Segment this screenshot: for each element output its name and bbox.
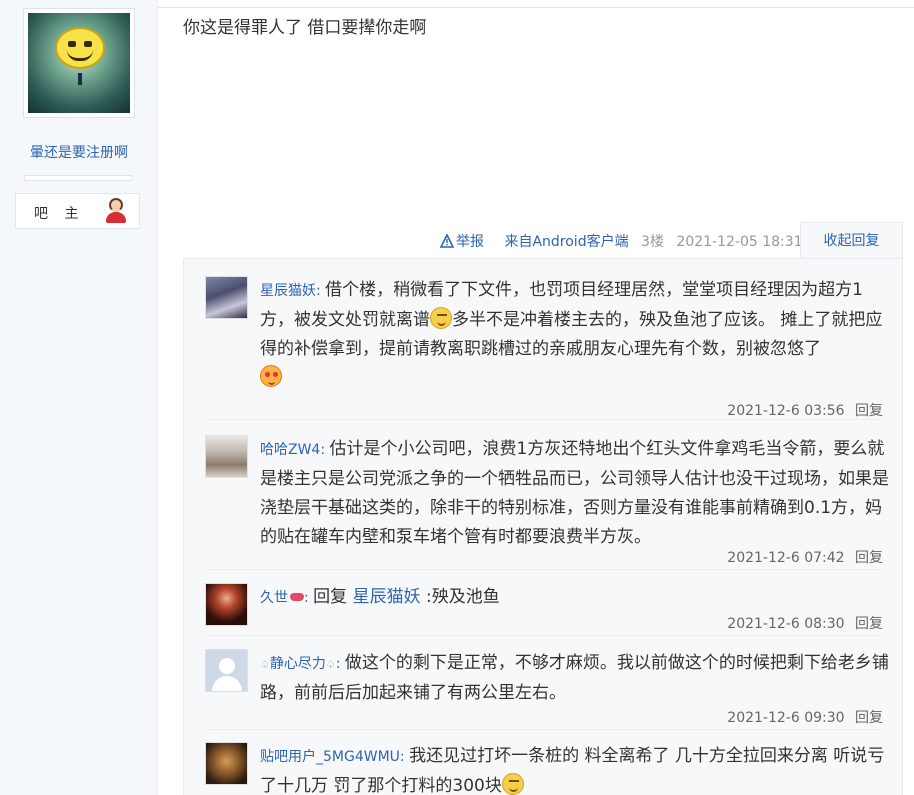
reply-time: 2021-12-6 09:30 bbox=[727, 710, 845, 726]
reply-button[interactable]: 回复 bbox=[855, 403, 883, 419]
reply-button[interactable]: 回复 bbox=[855, 616, 883, 632]
reply-text: 做这个的剩下是正常，不够才麻烦。我以前做这个的时候把剩下给老乡铺路，前前后后加起… bbox=[260, 653, 889, 703]
reply-username[interactable]: 哈哈ZW4 bbox=[260, 442, 320, 458]
reply-text: :殃及池鱼 bbox=[425, 587, 500, 607]
role-badge: 吧 主 bbox=[15, 193, 140, 229]
role-label: 吧 主 bbox=[34, 206, 85, 222]
post-meta: 举报 来自Android客户端 3楼 2021-12-05 18:31 bbox=[440, 231, 811, 250]
quoted-username-link[interactable]: 星辰猫妖 bbox=[353, 587, 421, 607]
grin-emoji-icon bbox=[430, 307, 452, 329]
reply-content: 哈哈ZW4: 估计是个小公司吧，浪费1方灰还特地出个红头文件拿鸡毛当令箭，要么就… bbox=[260, 439, 889, 547]
reply-footer: 2021-12-6 07:42 回复 bbox=[727, 547, 883, 567]
reply-username[interactable]: 久世 bbox=[260, 590, 288, 606]
grin-emoji-icon bbox=[501, 773, 524, 795]
reply-button[interactable]: 回复 bbox=[855, 710, 883, 726]
figure-icon bbox=[78, 73, 82, 85]
reply-time: 2021-12-6 07:42 bbox=[727, 550, 845, 566]
avatar-image bbox=[28, 13, 130, 113]
reply-content: ♤静心尽力♤: 做这个的剩下是正常，不够才麻烦。我以前做这个的时候把剩下给老乡铺… bbox=[260, 649, 890, 708]
reply-button[interactable]: 回复 bbox=[855, 550, 883, 566]
avatar[interactable] bbox=[205, 435, 248, 478]
level-bar bbox=[24, 175, 132, 181]
client-source-link[interactable]: 来自Android客户端 bbox=[504, 234, 628, 250]
reply-username[interactable]: 星辰猫妖 bbox=[260, 283, 316, 299]
reply-username[interactable]: 贴吧用户_5MG4WMU bbox=[260, 749, 400, 765]
divider bbox=[204, 729, 884, 730]
spade-icon: ♤ bbox=[325, 658, 336, 671]
collapse-replies-button[interactable]: 收起回复 bbox=[800, 222, 903, 259]
warning-icon bbox=[440, 234, 454, 248]
reply-footer: 2021-12-6 08:30 回复 bbox=[727, 613, 883, 633]
avatar[interactable] bbox=[205, 742, 248, 785]
reply-text: 估计是个小公司吧，浪费1方灰还特地出个红头文件拿鸡毛当令箭，要么就是楼主只是公司… bbox=[260, 439, 889, 547]
moderator-icon bbox=[104, 198, 128, 224]
divider bbox=[204, 419, 884, 420]
spade-icon: ♤ bbox=[260, 658, 270, 671]
floor-number: 3楼 bbox=[641, 234, 664, 250]
user-panel: 暈还是要注册啊 吧 主 bbox=[0, 0, 158, 795]
reply-prefix: 回复 bbox=[313, 587, 348, 607]
avatar[interactable] bbox=[205, 583, 248, 626]
reply-list: 星辰猫妖: 借个楼，稍微看了下文件，也罚项目经理居然，堂堂项目经理因为超方1方，… bbox=[183, 258, 903, 795]
avatar[interactable] bbox=[205, 276, 248, 319]
reply-footer: 2021-12-6 09:30 回复 bbox=[727, 707, 883, 727]
smiley-icon bbox=[55, 27, 105, 69]
report-label: 举报 bbox=[456, 234, 484, 250]
reply-content: 星辰猫妖: 借个楼，稍微看了下文件，也罚项目经理居然，堂堂项目经理因为超方1方，… bbox=[260, 276, 890, 393]
post-content: 你这是得罪人了 借口要撵你走啊 bbox=[183, 18, 427, 38]
reply-content: 贴吧用户_5MG4WMU: 我还见过打坏一条桩的 料全离希了 几十方全拉回来分离… bbox=[260, 746, 885, 795]
report-link[interactable]: 举报 bbox=[440, 234, 496, 250]
reply-content: 久世: 回复 星辰猫妖 :殃及池鱼 bbox=[260, 587, 500, 607]
love-emoji-icon bbox=[260, 365, 282, 387]
lips-icon bbox=[290, 593, 304, 601]
reply-time: 2021-12-6 08:30 bbox=[727, 616, 845, 632]
username-link[interactable]: 暈还是要注册啊 bbox=[0, 142, 158, 162]
reply-username[interactable]: 静心尽力 bbox=[270, 656, 326, 672]
avatar[interactable] bbox=[205, 649, 248, 692]
divider bbox=[204, 635, 884, 636]
divider bbox=[204, 569, 884, 570]
user-avatar[interactable] bbox=[23, 8, 135, 118]
post-time: 2021-12-05 18:31 bbox=[676, 234, 803, 250]
reply-footer: 2021-12-6 03:56 回复 bbox=[727, 400, 883, 420]
reply-time: 2021-12-6 03:56 bbox=[727, 403, 845, 419]
